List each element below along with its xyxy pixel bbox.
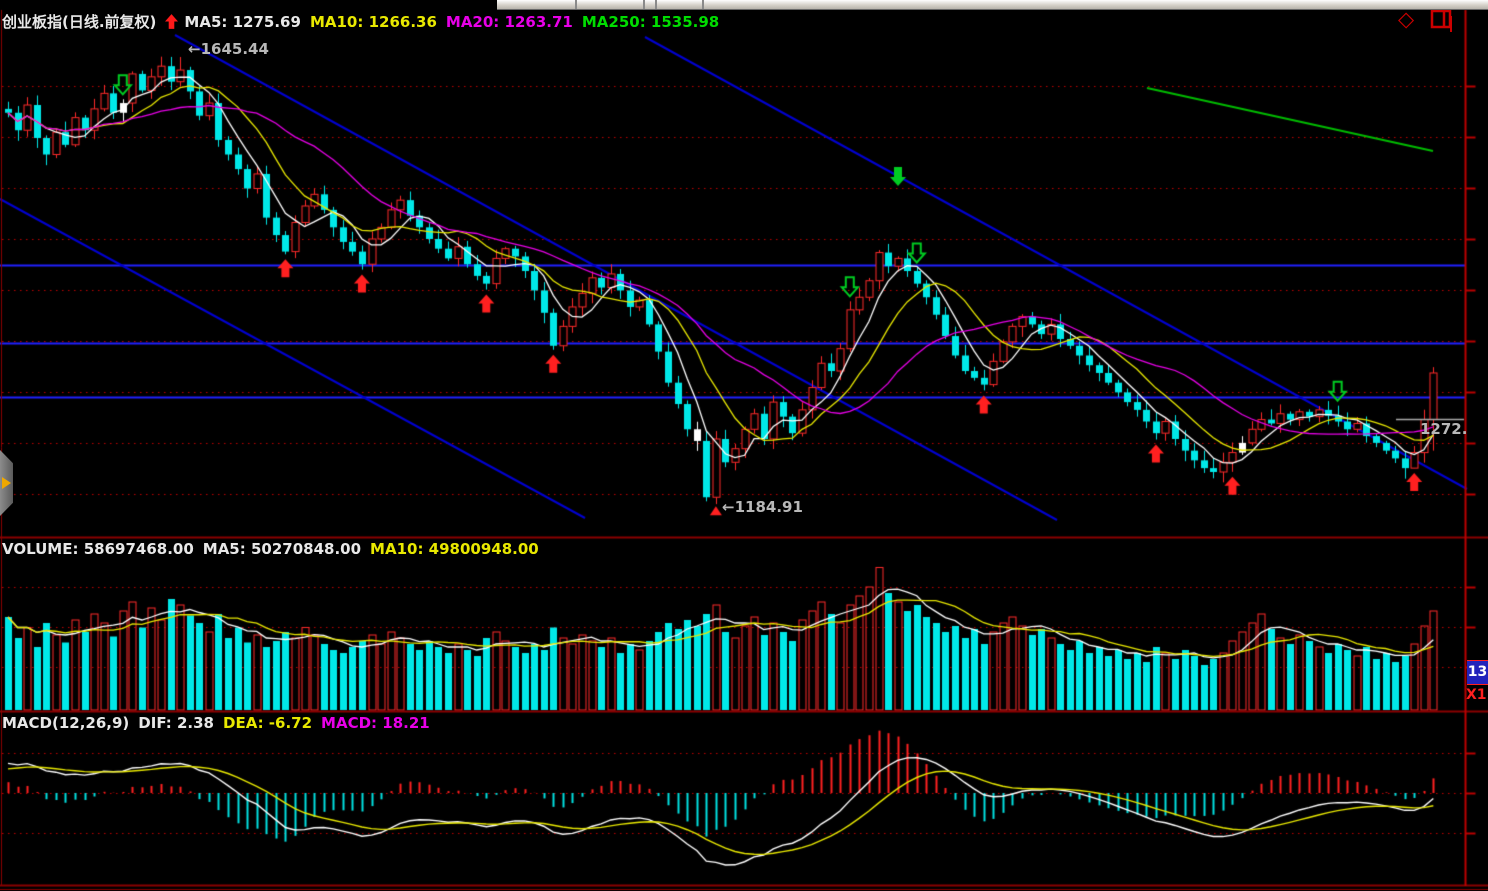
toolbar-divider [702,0,704,9]
macd-title: MACD(12,26,9) [2,714,129,732]
dif-value: DIF: 2.38 [138,714,214,732]
high-price-label: ←1645.44 [188,40,269,58]
macd-value: MACD: 18.21 [321,714,430,732]
dea-value: DEA: -6.72 [223,714,312,732]
stock-app-window: 创业板指(日线.前复权) MA5: 1275.69 MA10: 1266.36 MA2… [0,0,1488,891]
toolbar-divider [643,0,645,9]
last-price-label: 1272. [1420,420,1467,438]
up-arrow-icon [165,13,178,31]
low-price-label: ←1184.91 [722,498,803,516]
ma20-value: MA20: 1263.71 [446,13,573,31]
volume-ma10-value: MA10: 49800948.00 [370,540,539,558]
split-window-icon[interactable] [1430,10,1454,36]
volume-value: VOLUME: 58697468.00 [2,540,194,558]
toolbar-divider [575,0,577,9]
macd-header: MACD(12,26,9) DIF: 2.38 DEA: -6.72 MACD: 18… [2,714,439,732]
page-title: 创业板指(日线.前复权) [2,13,156,31]
ma5-value: MA5: 1275.69 [184,13,301,31]
volume-ma5-value: MA5: 50270848.00 [203,540,361,558]
ma10-value: MA10: 1266.36 [310,13,437,31]
diamond-icon[interactable]: ◇ [1398,8,1414,30]
volume-header: VOLUME: 58697468.00 MA5: 50270848.00 MA10:… [2,540,548,558]
chart-title-bar: 创业板指(日线.前复权) MA5: 1275.69 MA10: 1266.36 MA2… [2,11,728,32]
scale-multiplier: X1 [1466,687,1487,703]
ma250-value: MA250: 1535.98 [582,13,719,31]
chart-canvas[interactable] [0,0,1488,891]
scale-badge: 13 [1467,660,1488,685]
expand-arrow-icon [2,477,11,489]
toolbar-edge-strip[interactable] [497,0,1488,10]
toolbar-divider [655,0,657,9]
